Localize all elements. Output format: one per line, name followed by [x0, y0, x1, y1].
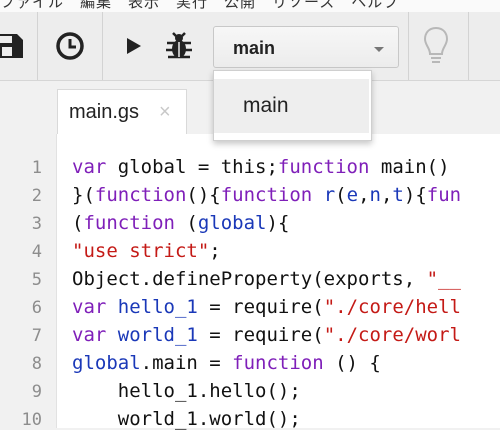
code-token: global — [72, 352, 141, 374]
lightbulb-icon[interactable] — [420, 20, 452, 72]
code-token: "./core/hell — [323, 296, 461, 318]
code-line: var global = this;function main() — [72, 156, 461, 178]
code-token: = require( — [197, 324, 324, 346]
code-token: function — [220, 184, 313, 206]
code-token: .main = — [140, 352, 233, 374]
code-line: Object.defineProperty(exports, "__ — [72, 268, 461, 290]
code-token: r — [323, 184, 336, 206]
line-number: 5 — [31, 270, 42, 290]
clock-trigger-icon[interactable] — [50, 20, 90, 72]
code-token: world_1 — [117, 324, 198, 346]
line-number: 9 — [31, 382, 42, 402]
line-number: 1 — [31, 158, 42, 178]
code-editor[interactable]: 1 2 3 4 5 6 7 8 9 10 var global = this;function m… — [0, 134, 500, 430]
line-number: 6 — [31, 298, 42, 318]
toolbar-separator — [408, 12, 409, 80]
code-token: t — [392, 184, 404, 206]
code-token: global = this; — [106, 156, 278, 178]
toolbar-separator — [102, 12, 103, 80]
code-line: (function (global){ — [72, 212, 289, 234]
function-dropdown-menu: main — [213, 70, 372, 141]
line-number-gutter: 1 2 3 4 5 6 7 8 9 10 — [0, 134, 57, 430]
code-token: () { — [323, 352, 381, 374]
code-token: function — [83, 212, 175, 234]
code-token: ; — [209, 240, 221, 262]
line-number: 8 — [31, 354, 42, 374]
code-line: hello_1.hello(); — [72, 380, 301, 402]
code-token: ){ — [403, 184, 427, 206]
code-token: "use strict" — [72, 240, 210, 262]
tab-label: main.gs — [69, 101, 140, 123]
code-token: hello_1 — [117, 296, 198, 318]
code-token: hello_1.hello(); — [72, 380, 301, 402]
code-token: var — [72, 324, 107, 346]
code-token: (){ — [186, 184, 221, 206]
code-token: var — [72, 156, 107, 178]
code-token: , — [358, 184, 370, 206]
code-token: function — [277, 156, 370, 178]
chevron-down-icon — [374, 47, 384, 52]
code-token: main() — [369, 156, 461, 178]
code-token: fun — [426, 184, 462, 206]
code-token: = require( — [197, 296, 324, 318]
code-token: function — [232, 352, 324, 374]
code-line: }(function(){function r(e,n,t){fun — [72, 184, 461, 206]
code-token: n — [369, 184, 381, 206]
code-line: world_1.world(); — [72, 408, 301, 430]
code-token: , — [380, 184, 393, 206]
line-number: 7 — [31, 326, 42, 346]
code-line: var hello_1 = require("./core/hell — [72, 296, 461, 318]
toolbar-separator — [37, 12, 38, 80]
code-token: }( — [72, 184, 95, 206]
code-token: "./core/worl — [323, 324, 461, 346]
code-token: Object.defineProperty(exports, — [72, 268, 427, 290]
tab-main-gs[interactable]: main.gs × — [57, 89, 187, 135]
code-token: ){ — [266, 212, 290, 234]
code-token: "__ — [426, 268, 461, 290]
code-token: ( — [72, 212, 84, 234]
code-line: global.main = function () { — [72, 352, 381, 374]
save-icon[interactable] — [0, 20, 26, 72]
line-number: 4 — [31, 242, 42, 262]
code-line: "use strict"; — [72, 240, 221, 262]
function-select[interactable]: main — [213, 26, 399, 68]
code-line: var world_1 = require("./core/worl — [72, 324, 461, 346]
code-token: e — [346, 184, 359, 206]
code-token: global — [197, 212, 267, 234]
function-select-value: main — [233, 38, 276, 58]
dropdown-option-label: main — [243, 94, 289, 117]
run-icon[interactable] — [118, 20, 148, 72]
code-token: var — [72, 296, 107, 318]
code-token: ( — [335, 184, 347, 206]
line-number: 10 — [21, 410, 42, 430]
code-token: world_1.world(); — [72, 408, 301, 430]
close-icon[interactable]: × — [159, 101, 171, 124]
menu-bar: ファイル 編集 表示 実行 公開 リソース ヘルプ — [0, 0, 500, 12]
debug-bug-icon[interactable] — [162, 20, 196, 72]
toolbar-separator — [468, 12, 469, 80]
line-number: 2 — [31, 186, 42, 206]
dropdown-option-main[interactable]: main — [214, 79, 369, 133]
line-number: 3 — [31, 214, 42, 234]
code-token: function — [94, 184, 187, 206]
code-token: ( — [174, 212, 198, 234]
